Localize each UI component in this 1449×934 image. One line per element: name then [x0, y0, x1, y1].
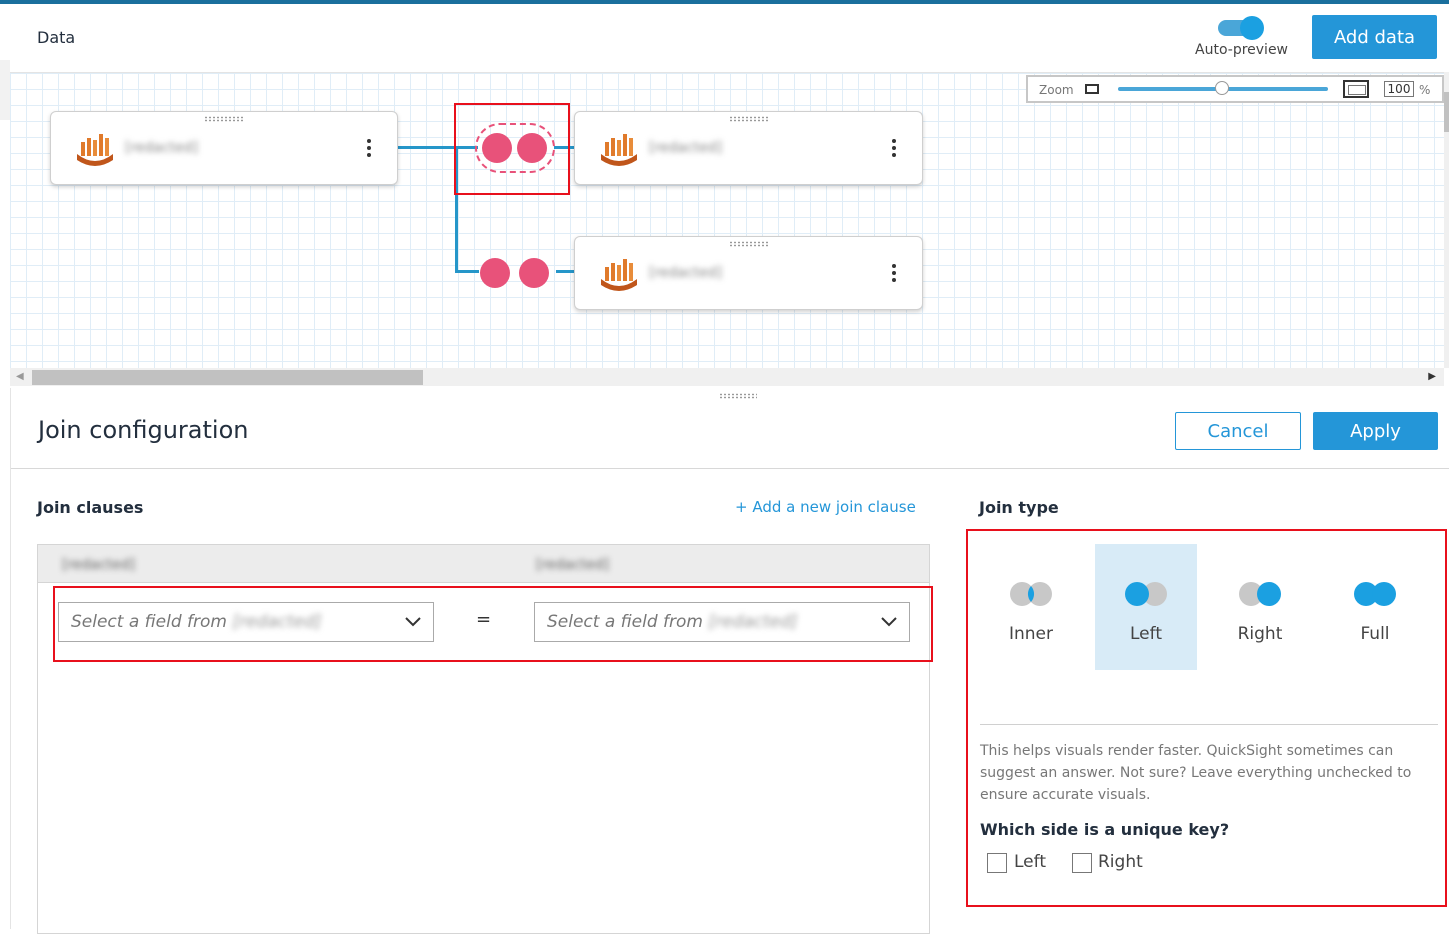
drag-handle[interactable]: [728, 241, 769, 247]
auto-preview-toggle[interactable]: [1218, 16, 1266, 40]
dataset-name: [redacted]: [125, 140, 199, 156]
dataset-name: [redacted]: [649, 140, 723, 156]
canvas-vertical-scrollbar[interactable]: [1444, 72, 1449, 368]
highlight-box-join-type: [966, 529, 1447, 907]
zoom-out-icon[interactable]: [1085, 84, 1099, 94]
zoom-value[interactable]: 100: [1384, 81, 1414, 97]
scroll-right-arrow-icon[interactable]: ▶: [1428, 371, 1436, 382]
add-join-clause-link[interactable]: + Add a new join clause: [735, 498, 916, 516]
athena-icon: [601, 259, 637, 291]
left-table-name: [redacted]: [62, 557, 136, 573]
zoom-label: Zoom: [1039, 83, 1074, 97]
toggle-knob: [1240, 16, 1264, 40]
drag-handle[interactable]: [728, 116, 769, 122]
scroll-thumb[interactable]: [1444, 92, 1449, 132]
zoom-fit-icon[interactable]: [1343, 80, 1369, 98]
join-type-heading: Join type: [979, 498, 1059, 517]
join-circle-right: [519, 258, 549, 288]
right-table-name: [redacted]: [536, 557, 610, 573]
scroll-left-arrow-icon[interactable]: ◀: [16, 371, 24, 382]
page-title: Data: [37, 28, 76, 47]
join-canvas[interactable]: Zoom 100 % [redacted] [redacted] [redact…: [10, 72, 1444, 368]
join-clauses-heading: Join clauses: [37, 498, 144, 517]
panel-resize-handle[interactable]: [719, 393, 757, 399]
join-connector: [455, 270, 479, 273]
more-options-icon[interactable]: [367, 139, 371, 157]
left-scroll-strip[interactable]: [0, 60, 10, 120]
join-icon-2[interactable]: [478, 257, 556, 291]
canvas-horizontal-scrollbar[interactable]: ◀ ▶: [10, 368, 1444, 386]
dataset-node[interactable]: [redacted]: [574, 236, 923, 310]
dataset-node[interactable]: [redacted]: [50, 111, 398, 185]
table-header: [redacted] [redacted]: [38, 545, 929, 583]
cancel-button[interactable]: Cancel: [1175, 412, 1301, 450]
athena-icon: [601, 134, 637, 166]
join-circle-left: [480, 258, 510, 288]
add-data-button[interactable]: Add data: [1312, 15, 1437, 59]
join-configuration-panel: Join configuration Cancel Apply Join cla…: [10, 388, 1449, 934]
highlight-box-clause: [53, 586, 933, 662]
more-options-icon[interactable]: [892, 264, 896, 282]
drag-handle[interactable]: [204, 116, 244, 122]
auto-preview-label: Auto-preview: [1195, 42, 1289, 58]
zoom-unit: %: [1419, 83, 1431, 97]
dataset-name: [redacted]: [649, 265, 723, 281]
scroll-thumb[interactable]: [32, 370, 423, 385]
more-options-icon[interactable]: [892, 139, 896, 157]
apply-button[interactable]: Apply: [1313, 412, 1438, 450]
zoom-slider-thumb[interactable]: [1215, 81, 1229, 95]
highlight-box-join: [454, 103, 570, 195]
zoom-control: Zoom 100 %: [1026, 75, 1444, 103]
join-connector: [556, 270, 576, 273]
data-header: Data Auto-preview Add data: [10, 4, 1449, 72]
dataset-node[interactable]: [redacted]: [574, 111, 923, 185]
divider: [11, 468, 1449, 469]
athena-icon: [77, 134, 113, 166]
panel-title: Join configuration: [38, 416, 249, 444]
